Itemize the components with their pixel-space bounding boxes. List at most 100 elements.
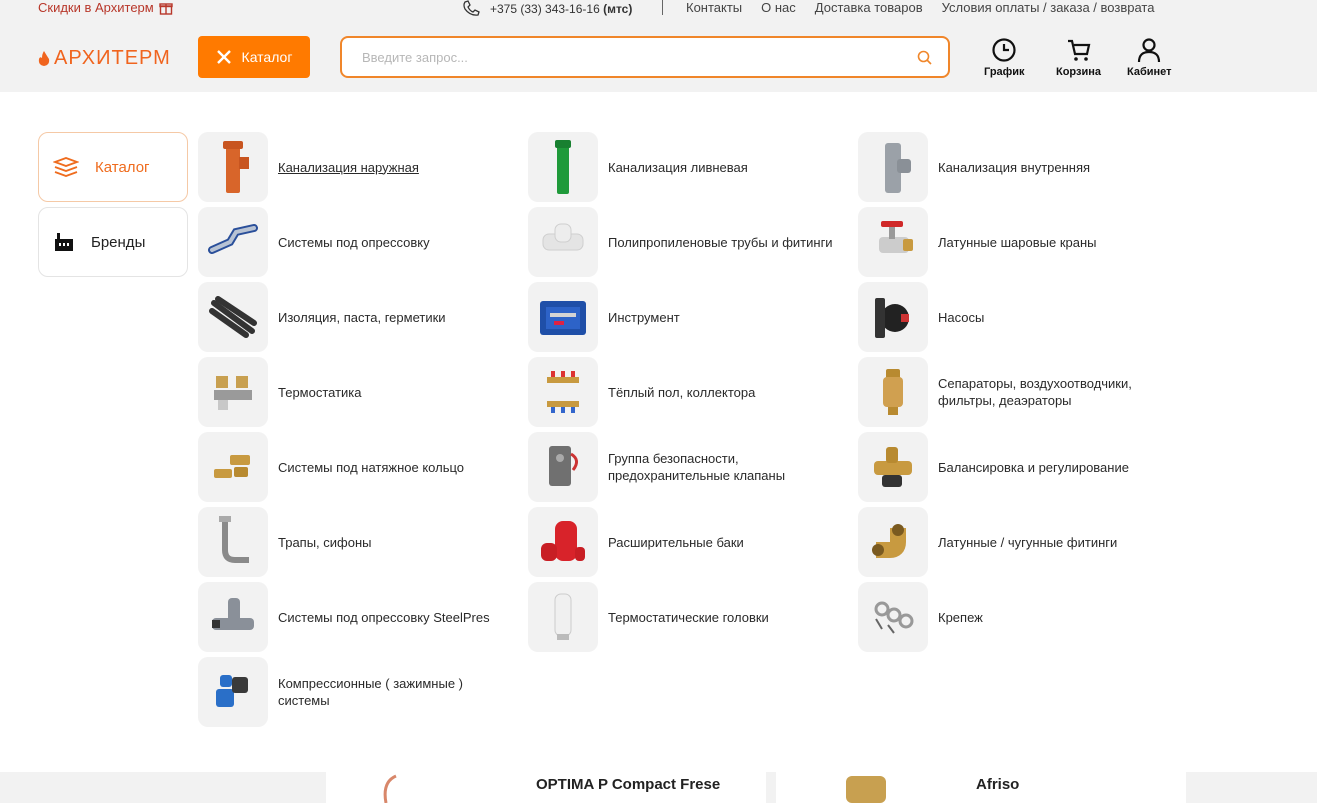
category-label: Инструмент — [608, 309, 680, 325]
elbow-fitting-icon — [872, 524, 906, 558]
category-image — [858, 507, 928, 577]
phone-number: +375 (33) 343-16-16 — [490, 1, 600, 16]
search-input[interactable] — [362, 48, 882, 66]
category-safety-group[interactable]: Группа безопасности, предохранительные к… — [528, 432, 848, 502]
schedule-button[interactable]: График — [984, 37, 1025, 78]
category-press-systems[interactable]: Системы под опрессовку — [198, 207, 518, 277]
category-label: Крепеж — [938, 609, 983, 625]
pipe-orange-icon — [223, 141, 249, 193]
brass-fittings-icon — [214, 455, 250, 478]
user-icon — [1138, 38, 1161, 63]
category-label: Насосы — [938, 309, 985, 325]
air-vent-icon — [883, 369, 903, 415]
category-image — [858, 282, 928, 352]
category-label: Группа безопасности, предохранительные к… — [608, 451, 786, 483]
sidebar-item-catalog[interactable]: Каталог — [38, 132, 188, 202]
thermo-head-icon — [554, 593, 572, 640]
sidebar-item-brands[interactable]: Бренды — [38, 207, 188, 277]
toolbox-icon — [540, 301, 586, 335]
category-image — [198, 432, 268, 502]
category-compression[interactable]: Компрессионные ( зажимные ) системы — [198, 657, 518, 727]
promo-link[interactable]: Скидки в Архитерм — [38, 0, 173, 15]
category-pp-pipes[interactable]: Полипропиленовые трубы и фитинги — [528, 207, 848, 277]
category-label: Тёплый пол, коллектора — [608, 384, 756, 400]
category-storm-sewer[interactable]: Канализация ливневая — [528, 132, 848, 202]
category-label: Изоляция, паста, герметики — [278, 309, 446, 325]
search-icon[interactable] — [917, 50, 932, 65]
phone-icon — [463, 0, 480, 16]
product-card[interactable]: Afriso — [776, 772, 1186, 803]
catalog-button-label: Каталог — [241, 49, 293, 65]
category-indoor-sewer[interactable]: Канализация внутренняя — [858, 132, 1178, 202]
category-label: Компрессионные ( зажимные ) системы — [278, 676, 463, 708]
category-thermo-heads[interactable]: Термостатические головки — [528, 582, 848, 652]
category-ring-systems[interactable]: Системы под натяжное кольцо — [198, 432, 518, 502]
category-underfloor[interactable]: Тёплый пол, коллектора — [528, 357, 848, 427]
category-image — [858, 207, 928, 277]
category-steelpres[interactable]: Системы под опрессовку SteelPres — [198, 582, 518, 652]
category-label: Канализация ливневая — [608, 159, 748, 175]
close-icon — [216, 50, 231, 64]
category-image — [528, 282, 598, 352]
category-label: Латунные шаровые краны — [938, 234, 1097, 250]
copper-pipe-image — [383, 774, 397, 803]
category-expansion-tanks[interactable]: Расширительные баки — [528, 507, 848, 577]
promo-label: Скидки в Архитерм — [38, 0, 154, 15]
category-label: Трапы, сифоны — [278, 534, 372, 550]
category-tools[interactable]: Инструмент — [528, 282, 848, 352]
category-image — [528, 132, 598, 202]
category-label: Канализация внутренняя — [938, 159, 1091, 175]
category-image — [198, 357, 268, 427]
divider — [662, 0, 663, 15]
category-insulation[interactable]: Изоляция, паста, герметики — [198, 282, 518, 352]
logo-text: АРХИТЕРМ — [54, 47, 171, 69]
pipe-grey-icon — [885, 143, 911, 193]
expansion-tank-icon — [541, 521, 585, 561]
catalog-menu: Каталог Бренды Канализация наружная Сист… — [0, 92, 1317, 772]
category-fasteners[interactable]: Крепеж — [858, 582, 1178, 652]
category-balancing[interactable]: Балансировка и регулирование — [858, 432, 1178, 502]
category-separators[interactable]: Сепараторы, воздухоотводчики, фильтры, д… — [858, 357, 1178, 427]
category-ball-valves[interactable]: Латунные шаровые краны — [858, 207, 1178, 277]
sidebar-item-label: Бренды — [91, 233, 146, 251]
link-contacts[interactable]: Контакты — [686, 0, 742, 15]
pump-icon — [875, 298, 909, 338]
category-label: Системы под опрессовку — [278, 234, 430, 250]
category-label: Балансировка и регулирование — [938, 459, 1129, 475]
pipe-green-icon — [555, 140, 571, 194]
steel-tee-icon — [212, 598, 254, 630]
top-links: Контакты О нас Доставка товаров Условия … — [686, 0, 1154, 15]
cabinet-button[interactable]: Кабинет — [1127, 37, 1172, 78]
category-brass-fittings[interactable]: Латунные / чугунные фитинги — [858, 507, 1178, 577]
phone-operator: (мтс) — [603, 1, 633, 16]
category-label: Латунные / чугунные фитинги — [938, 534, 1118, 550]
category-label: Расширительные баки — [608, 534, 744, 550]
catalog-button[interactable]: Каталог — [198, 36, 310, 78]
category-label: Канализация наружная — [278, 159, 419, 175]
cart-button[interactable]: Корзина — [1056, 37, 1101, 78]
category-image — [198, 132, 268, 202]
logo[interactable]: АРХИТЕРМ — [38, 47, 171, 70]
category-image — [198, 507, 268, 577]
link-terms[interactable]: Условия оплаты / заказа / возврата — [942, 0, 1155, 15]
category-drains[interactable]: Трапы, сифоны — [198, 507, 518, 577]
category-pumps[interactable]: Насосы — [858, 282, 1178, 352]
balancing-valve-icon — [874, 447, 912, 487]
category-outdoor-sewer[interactable]: Канализация наружная — [198, 132, 518, 202]
product-card[interactable]: OPTIMA P Compact Frese — [326, 772, 766, 803]
sidebar-item-label: Каталог — [95, 158, 150, 176]
gift-icon — [159, 2, 173, 15]
safety-valve-icon — [549, 446, 578, 486]
phone-block[interactable]: +375 (33) 343-16-16 (мтс) — [462, 0, 632, 17]
category-image — [198, 207, 268, 277]
valves-icon — [214, 376, 252, 410]
clock-icon — [992, 38, 1016, 62]
search-box — [340, 36, 950, 78]
category-image — [858, 582, 928, 652]
category-image — [858, 357, 928, 427]
link-about[interactable]: О нас — [761, 0, 796, 15]
ball-valve-icon — [879, 221, 913, 253]
compression-fitting-icon — [216, 675, 248, 707]
category-thermostatics[interactable]: Термостатика — [198, 357, 518, 427]
link-delivery[interactable]: Доставка товаров — [815, 0, 923, 15]
